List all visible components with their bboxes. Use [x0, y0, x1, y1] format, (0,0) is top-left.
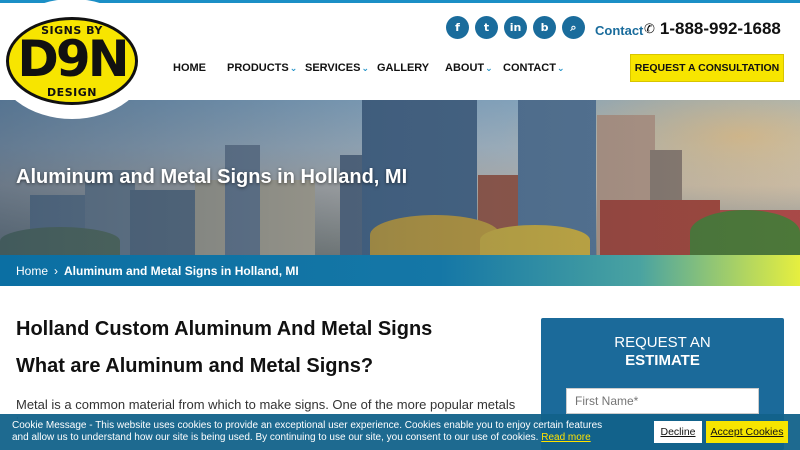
social-icons: f t in b ⌕ — [446, 16, 585, 39]
phone-icon: ✆ — [644, 21, 655, 36]
chevron-down-icon: ⌄ — [485, 62, 493, 73]
chevron-down-icon: ⌄ — [556, 62, 565, 73]
nav-services-label: SERVICES — [305, 62, 361, 74]
nav-about-label: ABOUT — [445, 62, 485, 74]
page: SIGNS BY D9N DESIGN f t in b ⌕ Contact ✆… — [0, 0, 800, 450]
chevron-down-icon: ⌄ — [361, 62, 369, 73]
cookie-read-more-link[interactable]: Read more — [541, 432, 590, 443]
logo[interactable]: SIGNS BY D9N DESIGN — [0, 0, 150, 119]
nav-gallery-label: GALLERY — [377, 62, 430, 74]
phone-link[interactable]: ✆ 1-888-992-1688 — [644, 19, 781, 39]
cookie-message: Cookie Message - This website uses cooki… — [12, 420, 612, 444]
nav-gallery[interactable]: GALLERY — [377, 62, 445, 74]
nav-home-label: HOME — [173, 62, 206, 74]
hero-title: Aluminum and Metal Signs in Holland, MI — [16, 166, 408, 188]
nav-products-label: PRODUCTS — [227, 62, 289, 74]
logo-main-text: D9N — [17, 30, 129, 88]
chevron-right-icon: › — [54, 264, 59, 278]
main-nav: HOME PRODUCTS ⌄ SERVICES ⌄ GALLERY ABOUT ⌄ … — [173, 62, 565, 74]
chevron-down-icon: ⌄ — [289, 62, 298, 73]
nav-about[interactable]: ABOUT ⌄ — [445, 62, 503, 74]
nav-home[interactable]: HOME — [173, 62, 227, 74]
logo-bottom-text: DESIGN — [47, 86, 97, 99]
nav-products[interactable]: PRODUCTS ⌄ — [227, 62, 305, 74]
nav-contact-label: CONTACT — [503, 62, 556, 74]
breadcrumb-current: Aluminum and Metal Signs in Holland, MI — [64, 264, 299, 278]
nav-contact[interactable]: CONTACT ⌄ — [503, 62, 565, 74]
bing-icon[interactable]: b — [533, 16, 556, 39]
decline-cookies-button[interactable]: Decline — [654, 421, 702, 443]
breadcrumb: Home › Aluminum and Metal Signs in Holla… — [0, 255, 800, 286]
request-consultation-button[interactable]: REQUEST A CONSULTATION — [630, 54, 784, 82]
contact-link[interactable]: Contact — [595, 23, 643, 38]
estimate-title-line1: REQUEST AN — [614, 334, 711, 351]
cookie-message-text: Cookie Message - This website uses cooki… — [12, 420, 603, 443]
phone-number: 1-888-992-1688 — [659, 19, 781, 38]
search-icon[interactable]: ⌕ — [562, 16, 585, 39]
section-heading: What are Aluminum and Metal Signs? — [16, 355, 374, 377]
cookie-banner: Cookie Message - This website uses cooki… — [0, 414, 800, 450]
hero-banner: Aluminum and Metal Signs in Holland, MI — [0, 100, 800, 255]
facebook-icon[interactable]: f — [446, 16, 469, 39]
breadcrumb-home-link[interactable]: Home — [16, 264, 48, 278]
linkedin-icon[interactable]: in — [504, 16, 527, 39]
estimate-title: REQUEST AN ESTIMATE — [541, 334, 784, 370]
twitter-icon[interactable]: t — [475, 16, 498, 39]
estimate-title-line2: ESTIMATE — [625, 352, 700, 369]
first-name-field[interactable] — [566, 388, 759, 414]
header: SIGNS BY D9N DESIGN f t in b ⌕ Contact ✆… — [0, 0, 800, 119]
page-heading: Holland Custom Aluminum And Metal Signs — [16, 318, 433, 340]
accept-cookies-button[interactable]: Accept Cookies — [706, 421, 788, 443]
nav-services[interactable]: SERVICES ⌄ — [305, 62, 377, 74]
